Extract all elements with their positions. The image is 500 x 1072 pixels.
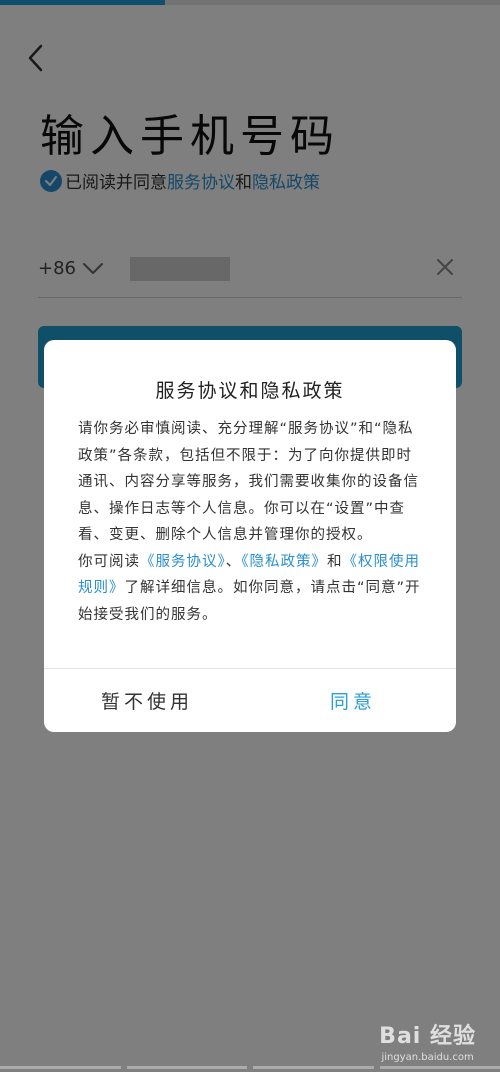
dialog-title: 服务协议和隐私政策 bbox=[155, 380, 345, 402]
dialog-actions: 暂不使用 同意 bbox=[44, 669, 456, 732]
bottom-nav-hints bbox=[0, 1066, 500, 1072]
privacy-policy-link[interactable]: 《隐私政策》 bbox=[241, 554, 327, 570]
dialog-and: 和 bbox=[327, 553, 343, 570]
watermark-url: jingyan.baidu.com bbox=[381, 1052, 474, 1063]
decline-button[interactable]: 暂不使用 bbox=[44, 669, 250, 732]
dialog-body: 请你务必审慎阅读、充分理解“服务协议”和“隐私政策”各条款，包括但不限于：为了向… bbox=[78, 416, 424, 628]
dialog-paragraph: 请你务必审慎阅读、充分理解“服务协议”和“隐私政策”各条款，包括但不限于：为了向… bbox=[78, 421, 419, 543]
service-agreement-link[interactable]: 《服务协议》 bbox=[140, 554, 226, 570]
watermark-logo: Bai 经验 bbox=[379, 1024, 476, 1049]
agree-button[interactable]: 同意 bbox=[250, 669, 456, 732]
dialog-read-suffix: 了解详细信息。如你同意，请点击“同意”开始接受我们的服务。 bbox=[78, 580, 421, 623]
dialog-paragraph-links: 你可阅读《服务协议》、《隐私政策》和《权限使用规则》了解详细信息。如你同意，请点… bbox=[78, 549, 424, 629]
watermark: Bai 经验 jingyan.baidu.com bbox=[379, 1018, 476, 1063]
terms-dialog: 服务协议和隐私政策 请你务必审慎阅读、充分理解“服务协议”和“隐私政策”各条款，… bbox=[44, 340, 456, 732]
dialog-read-prefix: 你可阅读 bbox=[78, 553, 140, 570]
dialog-separator: 、 bbox=[225, 553, 242, 570]
